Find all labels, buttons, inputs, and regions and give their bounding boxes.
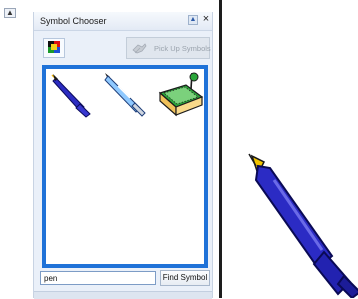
pen-holder-tray-icon [158,72,204,117]
symbol-item-ballpoint-pen[interactable] [102,71,150,119]
collapse-button[interactable]: ▲ [4,8,16,18]
palette-button[interactable] [43,38,65,58]
panel-titlebar: Symbol Chooser ▲ × [34,12,212,31]
ballpoint-pen-icon [104,73,146,117]
pen-icon [51,74,91,118]
symbol-item-pen[interactable] [48,71,96,119]
left-gutter: ▲ [0,0,32,298]
hand-pickup-icon [132,43,147,54]
drawing-canvas[interactable] [222,0,358,298]
palette-icon [48,41,60,53]
panel-title: Symbol Chooser [40,16,107,26]
symbol-results-area[interactable] [42,65,208,268]
pin-button[interactable]: ▲ [188,15,198,25]
close-button[interactable]: × [201,13,211,25]
symbol-search-input[interactable] [40,271,156,285]
find-symbol-button[interactable]: Find Symbol [160,270,210,286]
fountain-pen-drawing[interactable] [244,152,358,298]
pick-up-symbols-button[interactable]: Pick Up Symbols [126,37,211,59]
symbol-chooser-panel: Symbol Chooser ▲ × Pick Up Symbols pen F… [33,12,213,299]
pick-up-symbols-label: Pick Up Symbols [154,44,211,53]
symbol-item-pen-holder[interactable] [156,71,204,119]
